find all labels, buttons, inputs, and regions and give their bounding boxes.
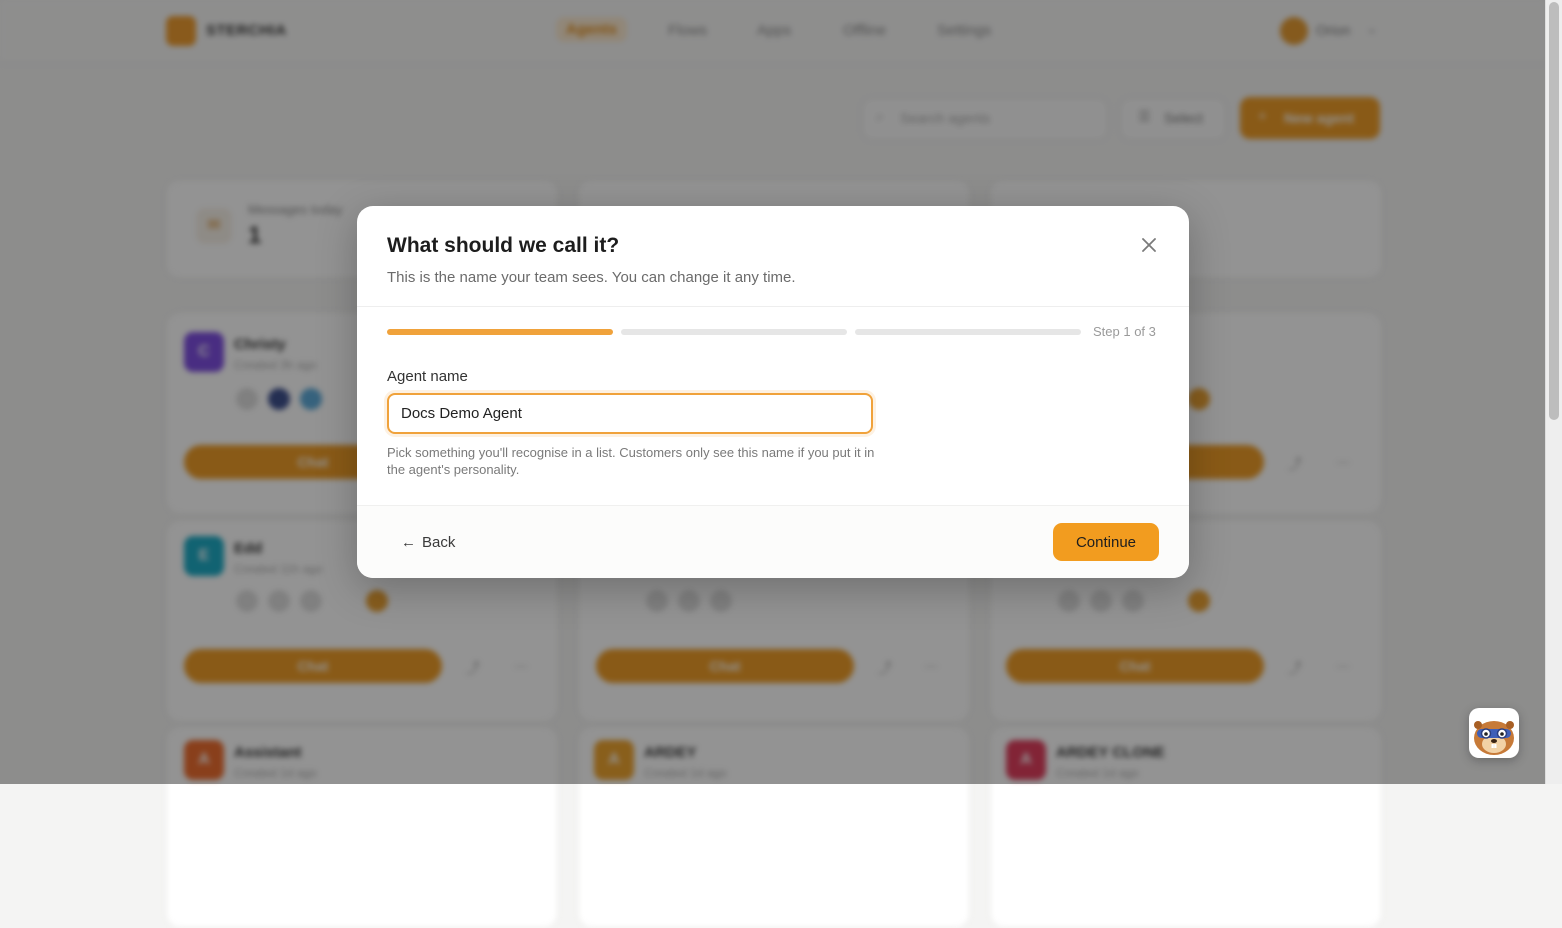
agent-name-input[interactable] (387, 393, 873, 434)
agent-name-label: Agent name (387, 368, 468, 385)
continue-button[interactable]: Continue (1053, 523, 1159, 561)
page-scrollbar[interactable] (1545, 0, 1562, 784)
progress-step-1 (387, 329, 613, 335)
close-icon (1142, 238, 1156, 252)
scrollbar-thumb[interactable] (1549, 2, 1559, 420)
back-label: Back (422, 533, 456, 551)
dialog-footer: ← Back Continue (357, 505, 1189, 578)
progress-step-3 (855, 329, 1081, 335)
name-agent-dialog: What should we call it? This is the name… (357, 206, 1189, 578)
step-indicator: Step 1 of 3 (1093, 324, 1156, 339)
close-button[interactable] (1135, 231, 1163, 259)
arrow-left-icon: ← (401, 533, 416, 551)
header-divider (357, 306, 1189, 307)
beaver-mascot-icon (1474, 721, 1514, 755)
dialog-subtitle: This is the name your team sees. You can… (387, 269, 796, 286)
back-button[interactable]: ← Back (393, 528, 463, 556)
dialog-title: What should we call it? (387, 234, 620, 257)
progress-step-2 (621, 329, 847, 335)
help-mascot-button[interactable] (1469, 708, 1519, 758)
agent-name-hint: Pick something you'll recognise in a lis… (387, 445, 875, 477)
